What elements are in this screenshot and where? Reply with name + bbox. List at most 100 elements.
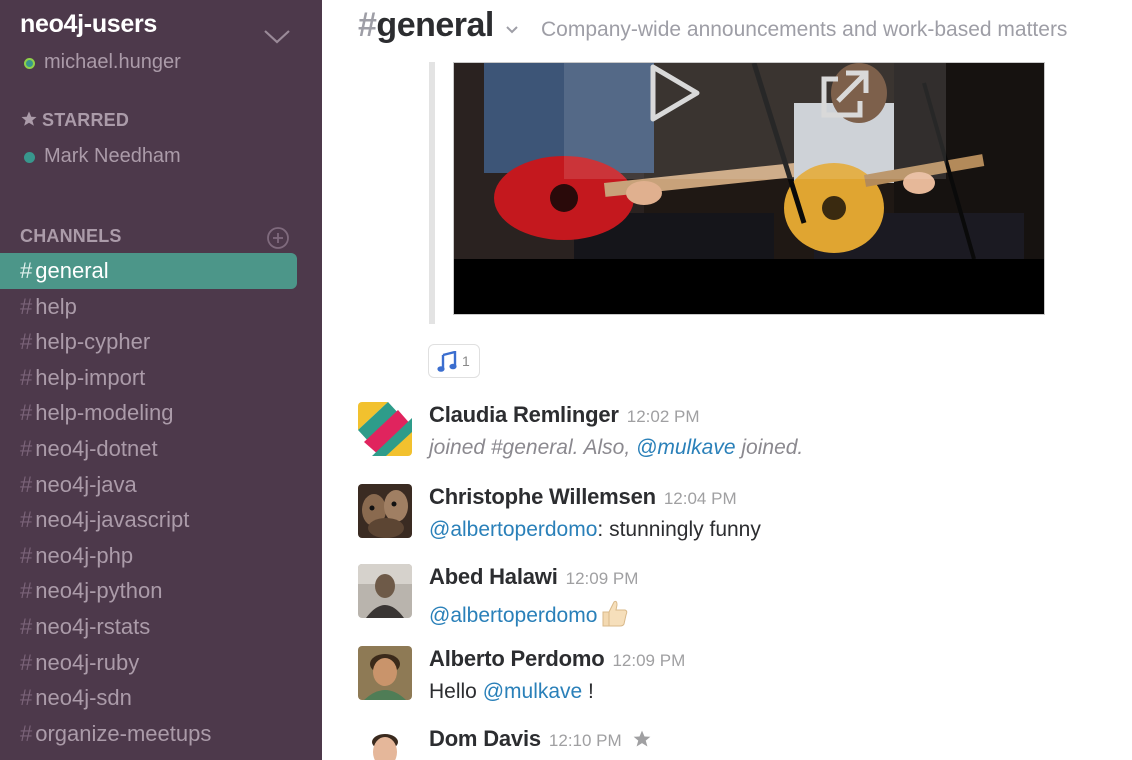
channel-label: help-modeling bbox=[35, 400, 174, 426]
avatar-image bbox=[358, 484, 412, 538]
channel-label: neo4j-javascript bbox=[35, 507, 190, 533]
channel-header: #general Company-wide announcements and … bbox=[322, 0, 1132, 62]
avatar[interactable] bbox=[358, 726, 412, 760]
team-name[interactable]: neo4j-users bbox=[20, 10, 157, 39]
sidebar-item-neo4j-dotnet[interactable]: # neo4j-dotnet bbox=[0, 431, 297, 467]
sidebar-item-neo4j-sdn[interactable]: # neo4j-sdn bbox=[0, 680, 297, 716]
channel-title[interactable]: #general bbox=[358, 6, 494, 45]
channel-label: neo4j-python bbox=[35, 578, 163, 604]
avatar[interactable] bbox=[358, 402, 412, 456]
timestamp[interactable]: 12:09 PM bbox=[566, 569, 639, 588]
hash-icon: # bbox=[20, 720, 33, 746]
timestamp[interactable]: 12:09 PM bbox=[612, 651, 685, 670]
channel-label: general bbox=[35, 258, 109, 283]
channel-label: neo4j-java bbox=[35, 471, 137, 497]
channel-label: neo4j-dotnet bbox=[35, 435, 158, 461]
avatar[interactable] bbox=[358, 564, 412, 618]
reaction-badge[interactable]: 1 bbox=[428, 344, 480, 378]
sidebar-item-organize-meetups[interactable]: # organize-meetups bbox=[0, 716, 297, 752]
sidebar-item-help-modeling[interactable]: # help-modeling bbox=[0, 395, 297, 431]
message-text: Hello bbox=[429, 680, 483, 703]
message-item: Dom Davis 12:10 PM bbox=[358, 726, 1118, 760]
thumbs-up-icon bbox=[602, 600, 628, 627]
sidebar-item-neo4j-php[interactable]: # neo4j-php bbox=[0, 538, 297, 574]
chevron-down-icon[interactable] bbox=[505, 24, 519, 36]
avatar[interactable] bbox=[358, 646, 412, 700]
sender-name[interactable]: Christophe Willemsen bbox=[429, 484, 656, 509]
video-embed[interactable] bbox=[453, 62, 1045, 315]
message-body: @albertoperdomo bbox=[429, 598, 629, 628]
channel-label: help bbox=[35, 293, 77, 319]
message-header: Claudia Remlinger 12:02 PM bbox=[429, 402, 700, 428]
user-mention[interactable]: @mulkave bbox=[483, 680, 583, 703]
sidebar-item-help-cypher[interactable]: # help-cypher bbox=[0, 324, 297, 360]
sidebar-item-neo4j-javascript[interactable]: # neo4j-javascript bbox=[0, 502, 297, 538]
presence-indicator bbox=[24, 58, 35, 69]
avatar-image bbox=[358, 646, 412, 700]
user-mention[interactable]: @albertoperdomo bbox=[429, 518, 597, 541]
play-icon[interactable] bbox=[647, 63, 703, 123]
external-link-icon[interactable] bbox=[816, 69, 870, 123]
hash-icon: # bbox=[20, 542, 33, 568]
video-overlay bbox=[564, 63, 946, 179]
sidebar-item-help-import[interactable]: # help-import bbox=[0, 360, 297, 396]
hash-icon: # bbox=[20, 435, 33, 461]
sidebar-item-neo4j-python[interactable]: # neo4j-python bbox=[0, 573, 297, 609]
sidebar-item-neo4j-java[interactable]: # neo4j-java bbox=[0, 467, 297, 503]
hash-icon: # bbox=[20, 293, 33, 319]
channel-label: neo4j-rstats bbox=[35, 613, 151, 639]
sidebar: neo4j-users michael.hunger STARRED Mark … bbox=[0, 0, 322, 760]
add-channel-icon[interactable] bbox=[266, 226, 290, 250]
avatar-image bbox=[358, 726, 412, 760]
hash-icon: # bbox=[20, 471, 33, 497]
message-text: joined #general. Also, bbox=[429, 436, 637, 459]
sender-name[interactable]: Dom Davis bbox=[429, 726, 541, 751]
hash-icon: # bbox=[20, 578, 33, 604]
message-header: Dom Davis 12:10 PM bbox=[429, 726, 652, 752]
hash-icon: # bbox=[20, 400, 33, 426]
hash-icon: # bbox=[20, 364, 33, 390]
message-text: ! bbox=[582, 680, 594, 703]
channel-label: organize-meetups bbox=[35, 720, 212, 746]
message-body: @albertoperdomo: stunningly funny bbox=[429, 518, 761, 542]
channels-section-title[interactable]: CHANNELS bbox=[20, 226, 122, 247]
starred-section-title[interactable]: STARRED bbox=[20, 110, 129, 131]
channel-label: neo4j-php bbox=[35, 542, 134, 568]
timestamp[interactable]: 12:02 PM bbox=[627, 407, 700, 426]
current-user-name: michael.hunger bbox=[44, 51, 181, 73]
channel-title-hash: # bbox=[358, 6, 377, 44]
message-header: Abed Halawi 12:09 PM bbox=[429, 564, 638, 590]
timestamp[interactable]: 12:04 PM bbox=[664, 489, 737, 508]
starred-label: STARRED bbox=[42, 110, 130, 130]
avatar[interactable] bbox=[358, 484, 412, 538]
sender-name[interactable]: Abed Halawi bbox=[429, 564, 558, 589]
star-icon bbox=[21, 111, 37, 126]
sender-name[interactable]: Alberto Perdomo bbox=[429, 646, 605, 671]
avatar-image bbox=[358, 564, 412, 618]
hash-icon: # bbox=[20, 507, 33, 533]
chevron-down-icon[interactable] bbox=[262, 26, 292, 46]
message-text: : stunningly funny bbox=[597, 518, 761, 541]
channel-label: help-cypher bbox=[35, 329, 151, 355]
sidebar-item-neo4j-ruby[interactable]: # neo4j-ruby bbox=[0, 645, 297, 681]
star-icon[interactable] bbox=[632, 729, 652, 749]
timestamp[interactable]: 12:10 PM bbox=[549, 731, 622, 750]
starred-item-label: Mark Needham bbox=[44, 145, 181, 167]
channel-list: # general # help # help-cypher # help-import… bbox=[0, 253, 322, 751]
message-header: Christophe Willemsen 12:04 PM bbox=[429, 484, 737, 510]
channel-label: neo4j-sdn bbox=[35, 685, 132, 711]
sidebar-item-neo4j-rstats[interactable]: # neo4j-rstats bbox=[0, 609, 297, 645]
hash-icon: # bbox=[20, 649, 33, 675]
attachment-border bbox=[429, 62, 435, 324]
sidebar-item-general[interactable]: # general bbox=[0, 253, 297, 289]
user-mention[interactable]: @albertoperdomo bbox=[429, 604, 597, 627]
message-item: Christophe Willemsen 12:04 PM @albertoper… bbox=[358, 484, 1118, 554]
sidebar-item-help[interactable]: # help bbox=[0, 289, 297, 325]
hash-icon: # bbox=[20, 329, 33, 355]
channel-topic: Company-wide announcements and work-base… bbox=[541, 18, 1068, 41]
channel-title-name: general bbox=[376, 6, 494, 44]
sender-name[interactable]: Claudia Remlinger bbox=[429, 402, 619, 427]
message-body: joined #general. Also, @mulkave joined. bbox=[429, 436, 803, 460]
message-pane: 1 Claudia Remlinger 12:02 PM joined #gene… bbox=[322, 62, 1132, 760]
user-mention[interactable]: @mulkave bbox=[636, 436, 736, 459]
